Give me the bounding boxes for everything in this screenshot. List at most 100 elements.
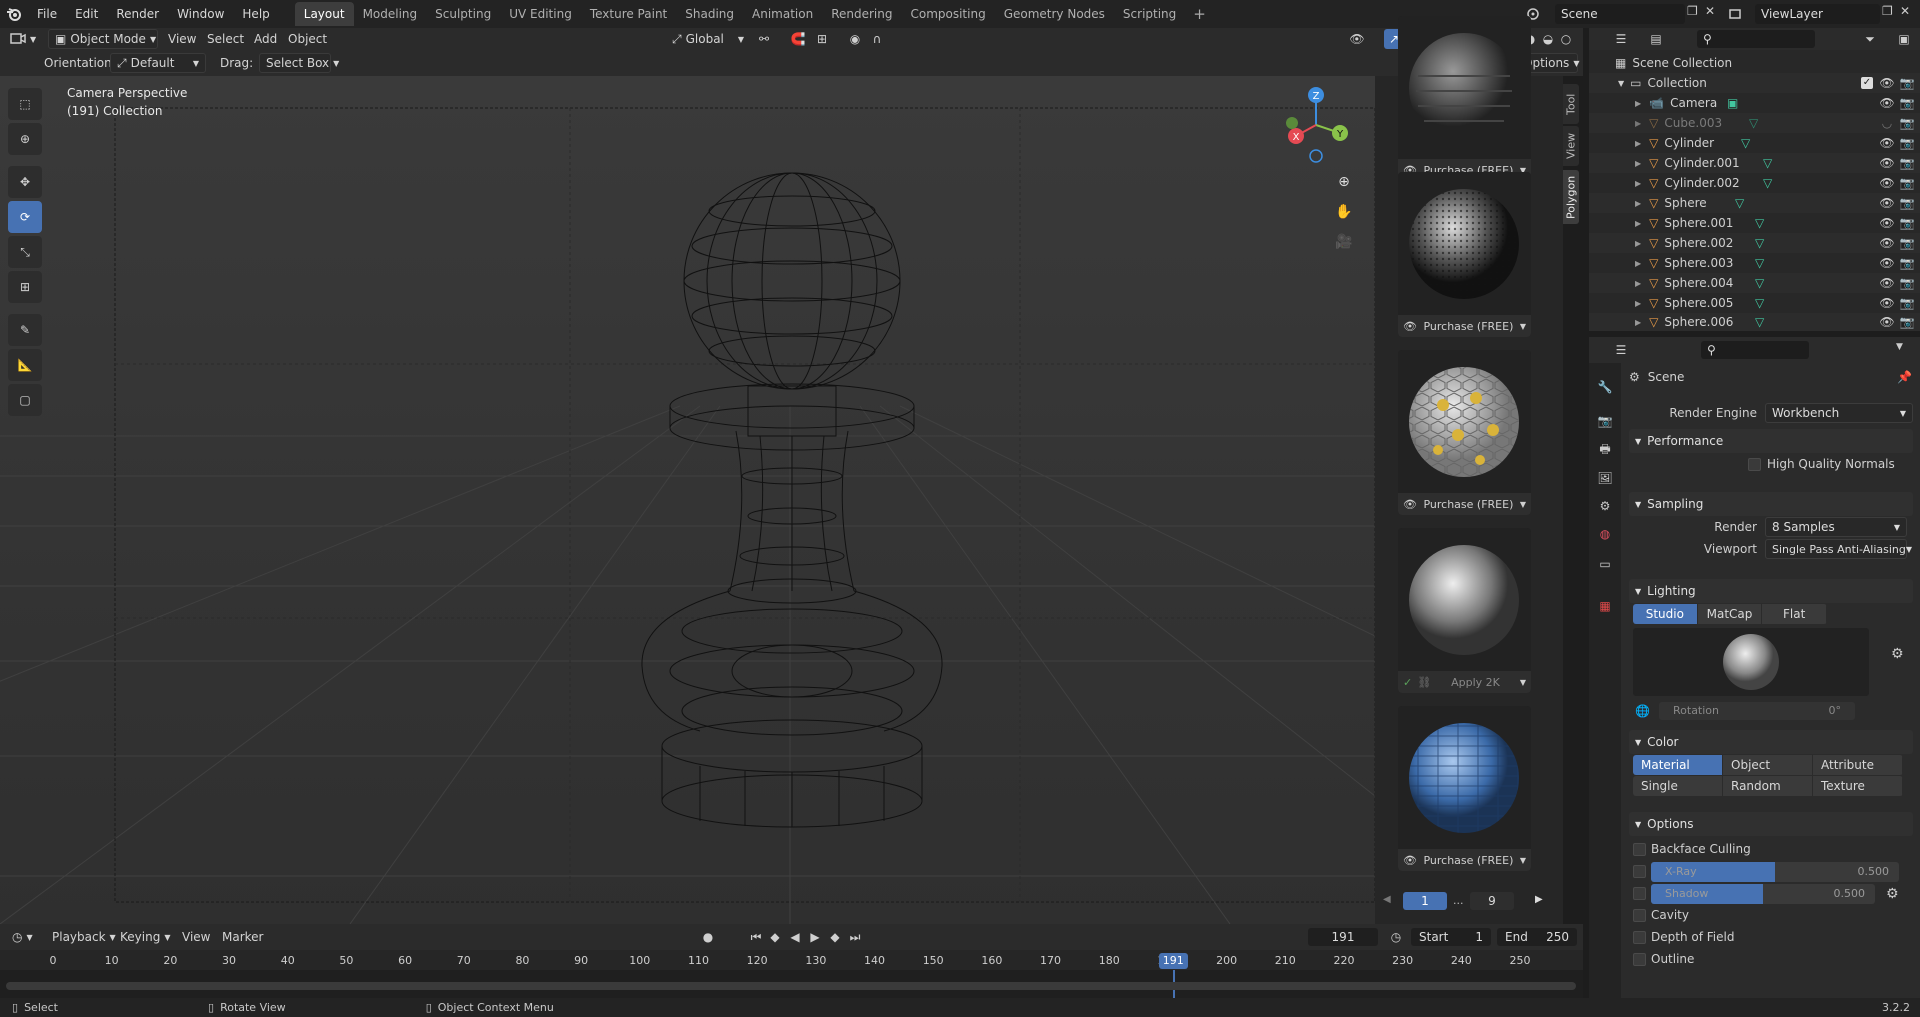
color-panel-header[interactable]: ▼ Color [1629, 730, 1913, 754]
timeline-body[interactable]: 0 10 20 30 40 50 60 70 80 90 100 110 120 130 140 150 160… [0, 950, 1583, 998]
outliner-item[interactable]: ▶ ▽ Sphere.001 ▽ 👁 📷 [1589, 213, 1920, 233]
eye-icon[interactable]: 👁 [1879, 76, 1894, 90]
visibility-icon[interactable]: 👁 [1347, 29, 1367, 49]
rendered-shading-icon[interactable]: ○ [1556, 29, 1576, 49]
menu-file[interactable]: File [28, 0, 66, 28]
chevron-right-icon[interactable]: ▶ [1635, 179, 1641, 188]
camera-render-icon[interactable]: 📷 [1900, 216, 1915, 230]
drag-dropdown[interactable]: Select Box ▼ [259, 53, 339, 73]
workspace-tab-sculpting[interactable]: Sculpting [426, 2, 500, 26]
chevron-right-icon[interactable]: ▶ [1635, 259, 1641, 268]
menu-view[interactable]: View [168, 29, 196, 49]
preview-range-icon[interactable]: ◷ [1386, 927, 1406, 947]
tab-tool[interactable]: Tool [1563, 84, 1579, 124]
camera-render-icon[interactable]: 📷 [1900, 116, 1915, 130]
output-tab-icon[interactable]: 🖶 [1595, 440, 1615, 460]
sampling-render-dropdown[interactable]: 8 Samples ▼ [1765, 517, 1907, 537]
cursor-tool-icon[interactable]: ⊕ [8, 123, 42, 155]
color-object-button[interactable]: Object [1723, 755, 1813, 775]
render-tab-icon[interactable]: 📷 [1595, 411, 1615, 431]
play-icon[interactable]: ▶ [805, 927, 825, 947]
navigation-gizmo[interactable]: Z Y X [1278, 81, 1368, 171]
options-panel-header[interactable]: ▼ Options [1629, 812, 1913, 836]
workspace-tab-uv-editing[interactable]: UV Editing [500, 2, 581, 26]
chevron-down-icon[interactable]: ▼ [1520, 500, 1526, 509]
menu-select[interactable]: Select [207, 29, 244, 49]
chevron-right-icon[interactable]: ▶ [1635, 219, 1641, 228]
start-frame-field[interactable]: Start 1 [1411, 928, 1491, 946]
shadow-settings-gear-icon[interactable]: ⚙ [1886, 886, 1899, 902]
chevron-down-icon[interactable]: ▼ [1520, 322, 1526, 331]
snap-target-icon[interactable]: ⊞ [812, 29, 832, 49]
outliner-item[interactable]: ▶ ▽ Cylinder.001 ▽ 👁 📷 [1589, 153, 1920, 173]
chevron-right-icon[interactable]: ▶ [1635, 318, 1641, 327]
xray-checkbox[interactable] [1633, 865, 1646, 878]
outliner-item[interactable]: ▶ ▽ Sphere.005 ▽ 👁 📷 [1589, 293, 1920, 313]
asset-card[interactable]: 👁 Purchase (FREE) ▼ [1398, 350, 1531, 515]
3d-viewport[interactable]: Camera Perspective (191) Collection Z Y … [0, 76, 1375, 924]
chevron-right-icon[interactable]: ▶ [1635, 239, 1641, 248]
workspace-tab-modeling[interactable]: Modeling [354, 2, 427, 26]
outliner-item[interactable]: ▶ ▽ Cube.003 ▽ ◡ 📷 [1589, 113, 1920, 133]
workspace-tab-geometry-nodes[interactable]: Geometry Nodes [995, 2, 1114, 26]
asset-card[interactable]: 👁 Purchase (FREE) ▼ [1398, 706, 1531, 871]
transform-orientation-dropdown[interactable]: ⤢ Global ▼ [672, 29, 744, 49]
color-attribute-button[interactable]: Attribute [1813, 755, 1903, 775]
chevron-right-icon[interactable]: ▶ [1635, 199, 1641, 208]
close-scene-icon[interactable]: ✕ [1705, 4, 1721, 24]
camera-view-icon[interactable]: 🎥 [1331, 229, 1357, 255]
workspace-tab-rendering[interactable]: Rendering [822, 2, 901, 26]
world-tab-icon[interactable]: ◍ [1595, 524, 1615, 544]
tab-polygon[interactable]: Polygon [1563, 170, 1579, 224]
menu-add[interactable]: Add [254, 29, 277, 49]
blender-logo-icon[interactable] [0, 0, 28, 28]
depth-of-field-checkbox[interactable] [1633, 931, 1646, 944]
backface-culling-checkbox[interactable] [1633, 843, 1646, 856]
render-engine-dropdown[interactable]: Workbench ▼ [1765, 403, 1913, 423]
workspace-tab-animation[interactable]: Animation [743, 2, 822, 26]
eye-icon[interactable]: 👁 [1879, 176, 1894, 190]
eye-preview-icon[interactable]: 👁 [1403, 320, 1417, 333]
view-layer-selector-icon[interactable] [1725, 4, 1745, 24]
lighting-flat-button[interactable]: Flat [1762, 604, 1827, 624]
chevron-down-icon[interactable]: ▼ [1618, 79, 1624, 88]
properties-search-input[interactable]: ⚲ [1701, 341, 1809, 359]
asset-action-label[interactable]: Purchase (FREE) [1422, 320, 1515, 333]
lighting-panel-header[interactable]: ▼ Lighting [1629, 579, 1913, 603]
collection-tab-icon[interactable]: ▭ [1595, 554, 1615, 574]
chevron-down-icon[interactable]: ▼ [1896, 342, 1903, 352]
camera-render-icon[interactable]: 📷 [1900, 136, 1915, 150]
pin-icon[interactable]: 📌 [1897, 370, 1912, 384]
lighting-matcap-button[interactable]: MatCap [1697, 604, 1763, 624]
pan-hand-icon[interactable]: ✋ [1331, 199, 1357, 225]
cavity-checkbox[interactable] [1633, 909, 1646, 922]
eye-icon[interactable]: 👁 [1879, 236, 1894, 250]
performance-panel-header[interactable]: ▼ Performance [1629, 429, 1913, 453]
outliner-item[interactable]: ▶ ▽ Sphere.004 ▽ 👁 📷 [1589, 273, 1920, 293]
outliner-item[interactable]: ▶ ▽ Sphere.006 ▽ 👁 📷 [1589, 313, 1920, 331]
previous-page-icon[interactable]: ◀ [1383, 894, 1391, 905]
close-view-layer-icon[interactable]: ✕ [1900, 4, 1916, 24]
next-page-icon[interactable]: ▶ [1535, 894, 1543, 905]
timeline-ruler[interactable]: 0 10 20 30 40 50 60 70 80 90 100 110 120 130 140 150 160… [0, 950, 1583, 970]
transform-tool-icon[interactable]: ⊞ [8, 271, 42, 303]
playhead-frame-label[interactable]: 191 [1158, 953, 1188, 969]
color-single-button[interactable]: Single [1633, 776, 1723, 796]
outliner-search-input[interactable]: ⚲ [1697, 30, 1815, 48]
color-material-button[interactable]: Material [1633, 755, 1723, 775]
eye-preview-icon[interactable]: 👁 [1403, 854, 1417, 867]
eye-preview-icon[interactable]: 👁 [1403, 498, 1417, 511]
new-collection-icon[interactable]: ▣ [1894, 29, 1914, 49]
annotate-tool-icon[interactable]: ✎ [8, 314, 42, 346]
camera-render-icon[interactable]: 📷 [1900, 96, 1915, 110]
current-frame-field[interactable]: 191 [1308, 928, 1378, 946]
high-quality-normals-checkbox[interactable] [1748, 458, 1761, 471]
keying-menu[interactable]: Keying ▼ [120, 927, 170, 947]
proportional-edit-icon[interactable]: ◉ [845, 29, 865, 49]
eye-closed-icon[interactable]: ◡ [1880, 116, 1894, 130]
outliner-editor-type-icon[interactable]: ☰ [1611, 29, 1631, 49]
properties-editor-type-icon[interactable]: ☰ [1611, 340, 1631, 360]
eye-icon[interactable]: 👁 [1879, 196, 1894, 210]
asset-card[interactable]: 👁 Purchase (FREE) ▼ [1398, 16, 1531, 181]
color-texture-button[interactable]: Texture [1813, 776, 1903, 796]
